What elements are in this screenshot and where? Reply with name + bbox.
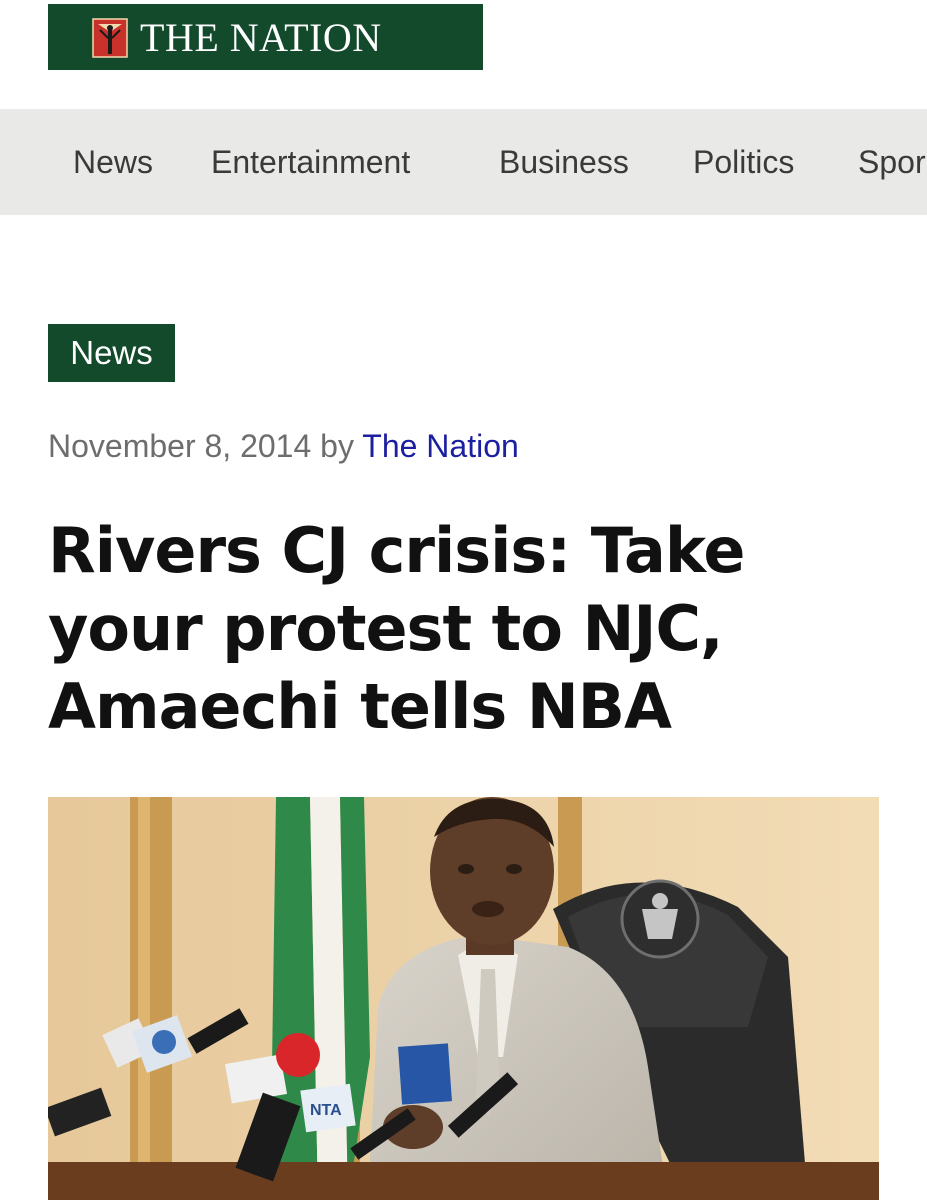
nav-item-sports[interactable]: Spor <box>858 143 926 181</box>
article-photo: NTA <box>48 797 879 1200</box>
category-badge[interactable]: News <box>48 324 175 382</box>
site-logo[interactable]: THE NATION <box>48 4 483 70</box>
byline-label: by <box>320 428 354 464</box>
article-headline: Rivers CJ crisis: Take your protest to N… <box>48 514 745 743</box>
mic-label-nta: NTA <box>310 1102 342 1119</box>
article-meta: November 8, 2014 by The Nation <box>48 426 519 466</box>
nav-item-entertainment[interactable]: Entertainment <box>211 143 410 181</box>
article-date: November 8, 2014 <box>48 428 312 464</box>
nav-item-politics[interactable]: Politics <box>693 143 794 181</box>
nav-item-business[interactable]: Business <box>499 143 629 181</box>
logo-text: THE NATION <box>140 15 382 60</box>
main-nav: News Entertainment Business Politics Spo… <box>0 109 927 215</box>
article-page: THE NATION News Entertainment Business P… <box>0 0 927 1200</box>
press-conference-image: NTA <box>48 797 879 1200</box>
nav-item-news[interactable]: News <box>73 143 153 181</box>
logo-emblem-icon <box>92 18 128 58</box>
author-link[interactable]: The Nation <box>362 428 519 464</box>
